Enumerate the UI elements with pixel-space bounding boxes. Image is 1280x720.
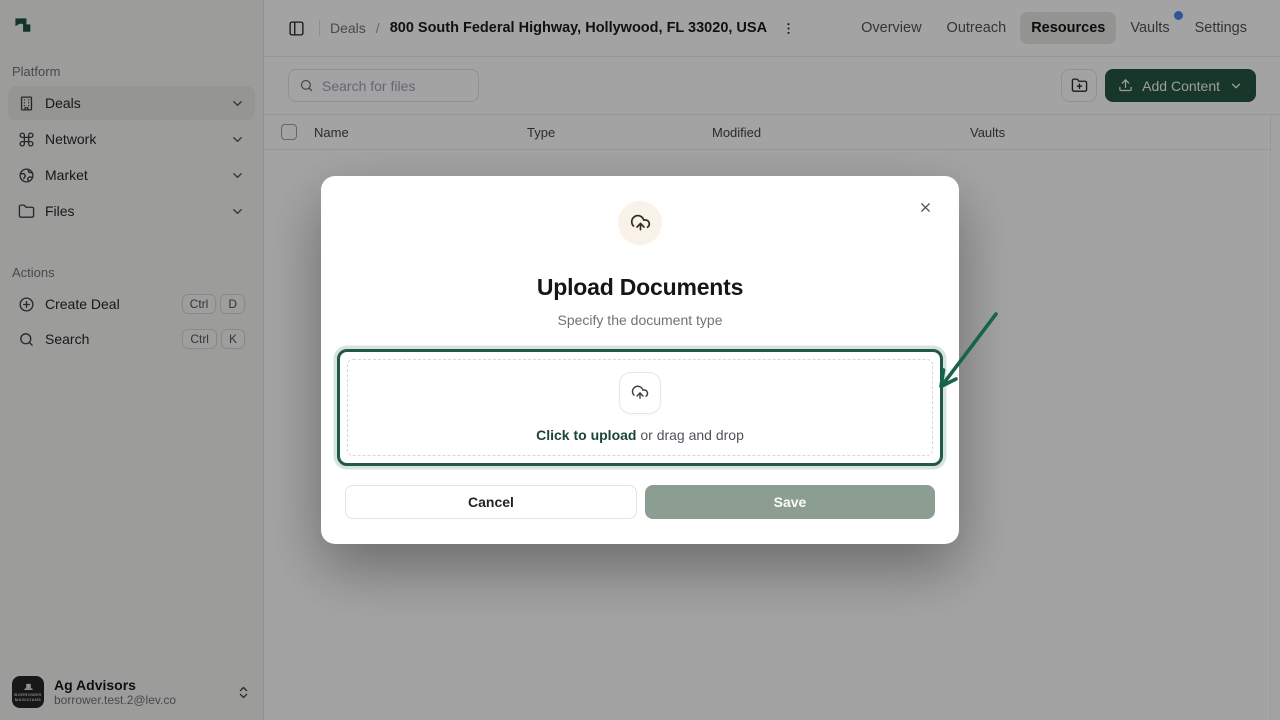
dropzone-text: Click to upload or drag and drop xyxy=(536,427,744,443)
modal-title: Upload Documents xyxy=(321,274,959,301)
modal-hero xyxy=(321,201,959,245)
upload-chip xyxy=(619,372,661,414)
dropzone-secondary-text: or drag and drop xyxy=(636,427,743,443)
cancel-button[interactable]: Cancel xyxy=(345,485,637,519)
cloud-upload-icon xyxy=(630,213,651,234)
dropzone-primary-text: Click to upload xyxy=(536,427,636,443)
upload-documents-modal: Upload Documents Specify the document ty… xyxy=(321,176,959,544)
cloud-upload-icon xyxy=(631,384,649,402)
modal-subtitle: Specify the document type xyxy=(321,312,959,328)
save-button[interactable]: Save xyxy=(645,485,935,519)
file-dropzone[interactable]: Click to upload or drag and drop xyxy=(337,349,943,466)
hero-circle xyxy=(618,201,662,245)
modal-footer: Cancel Save xyxy=(345,485,935,519)
